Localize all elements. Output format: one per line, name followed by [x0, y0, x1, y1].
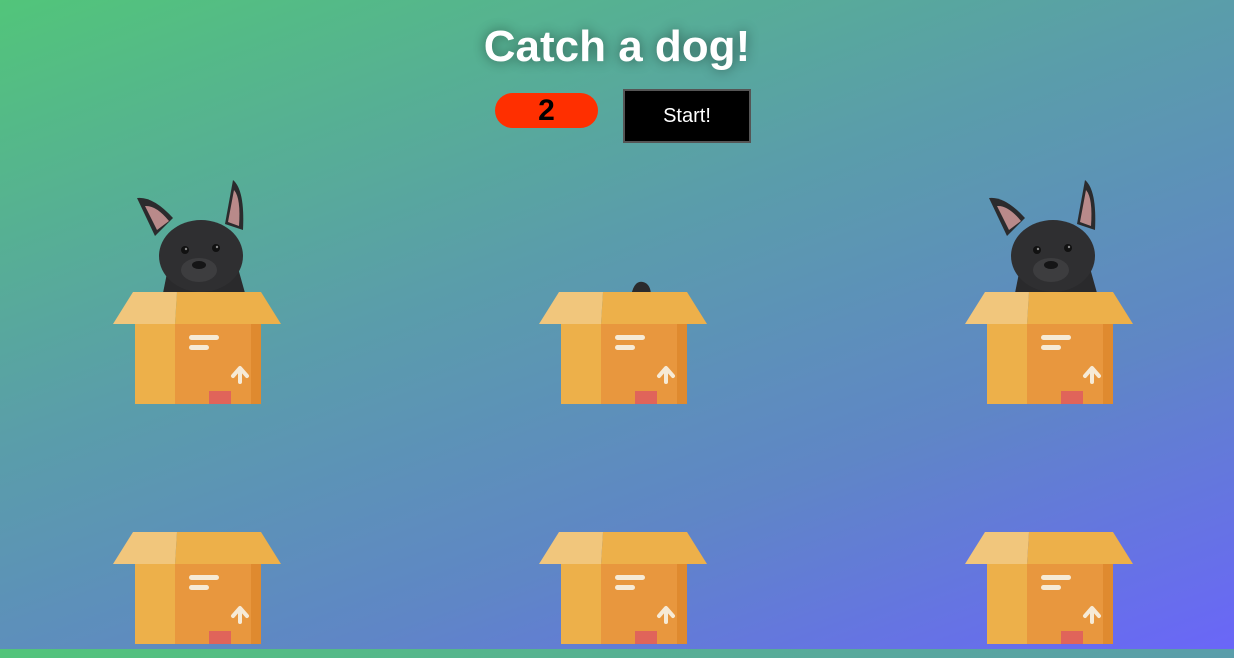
- hole-4[interactable]: [111, 418, 293, 658]
- hole-1[interactable]: [111, 178, 293, 418]
- hole-5[interactable]: [537, 418, 719, 658]
- game-title: Catch a dog!: [483, 22, 751, 71]
- cardboard-box-icon: [537, 290, 709, 406]
- hole-6[interactable]: [963, 418, 1145, 658]
- french-bulldog-icon[interactable]: [989, 180, 1097, 293]
- start-button[interactable]: Start!: [623, 89, 751, 143]
- cardboard-box-icon: [963, 530, 1135, 646]
- cardboard-box-icon: [111, 290, 283, 406]
- hole-2[interactable]: [537, 178, 719, 418]
- cardboard-box-icon: [537, 530, 709, 646]
- score-badge: 2: [495, 93, 598, 128]
- french-bulldog-icon[interactable]: [137, 180, 245, 293]
- cardboard-box-icon: [111, 530, 283, 646]
- cardboard-box-icon: [963, 290, 1135, 406]
- hole-3[interactable]: [963, 180, 1145, 425]
